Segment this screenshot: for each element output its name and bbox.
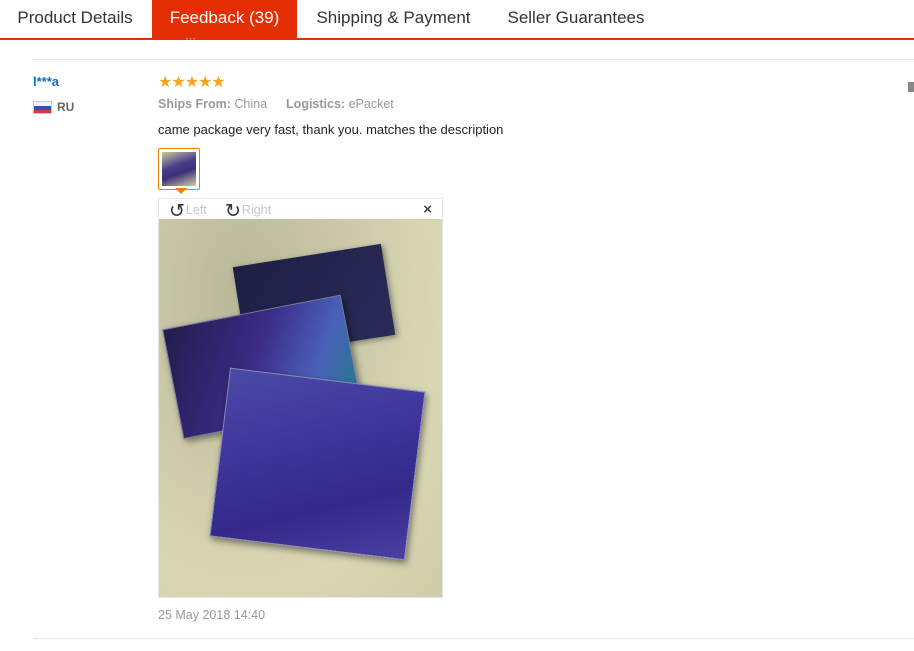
tab-product-details[interactable]: Product Details xyxy=(0,0,150,38)
rotate-right-label: Right xyxy=(241,203,272,217)
tab-feedback[interactable]: Feedback (39) xyxy=(152,0,297,38)
logistics-value: ePacket xyxy=(348,97,394,111)
review-date: 25 May 2018 14:40 xyxy=(158,608,266,622)
review-photo xyxy=(159,219,442,597)
review-comment: came package very fast, thank you. match… xyxy=(158,122,504,137)
review-photo-thumbnail[interactable] xyxy=(158,148,200,190)
tab-shipping-payment[interactable]: Shipping & Payment xyxy=(297,0,490,38)
star-rating: ★★★★★ xyxy=(158,74,226,91)
photo-viewer-toolbar: ↺Left ↻Right × xyxy=(159,199,442,222)
photo-notebook-front xyxy=(209,367,426,561)
logistics-label: Logistics: xyxy=(286,97,346,111)
ships-from-label: Ships From: xyxy=(158,97,231,111)
divider-bottom xyxy=(33,638,914,639)
photo-viewer: ↺Left ↻Right × xyxy=(158,198,443,598)
thumbnail-pointer xyxy=(175,188,187,194)
reviewer-name[interactable]: l***a xyxy=(33,74,59,89)
shipping-info: Ships From: China Logistics: ePacket xyxy=(158,97,394,111)
ships-from-value: China xyxy=(234,97,268,111)
tab-seller-guarantees[interactable]: Seller Guarantees xyxy=(490,0,662,38)
russia-flag-icon xyxy=(33,101,52,114)
previous-review-remnant: ⋯ xyxy=(185,33,196,45)
rotate-left-label: Left xyxy=(185,203,207,217)
scrollbar-thumb[interactable] xyxy=(908,82,914,92)
reviewer-country: RU xyxy=(57,100,75,114)
close-icon[interactable]: × xyxy=(423,201,432,218)
divider-top xyxy=(33,59,914,60)
product-tabs: Product Details Feedback (39) Shipping &… xyxy=(0,0,914,40)
